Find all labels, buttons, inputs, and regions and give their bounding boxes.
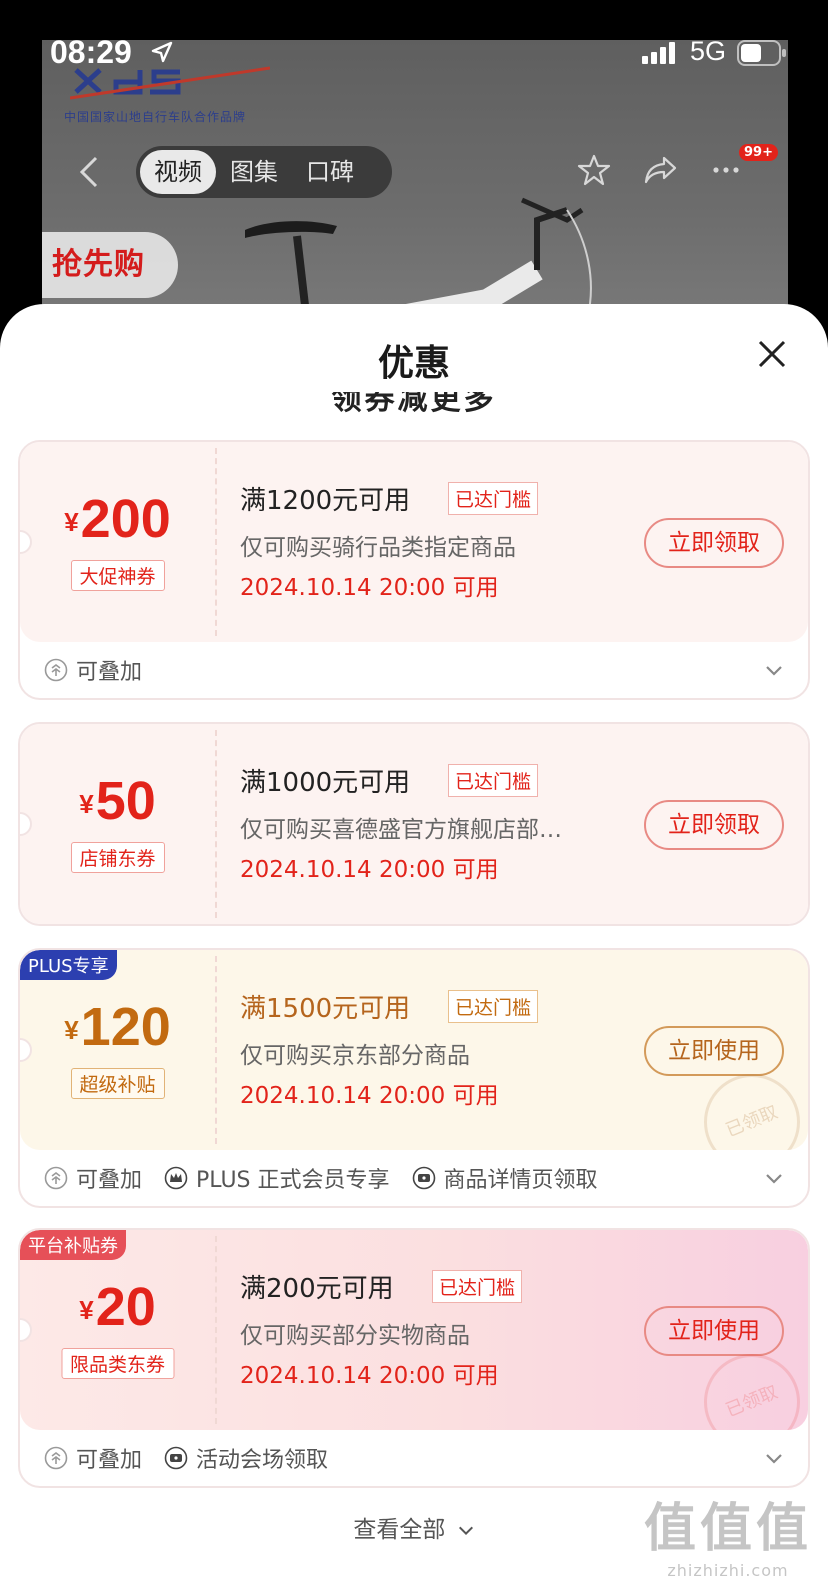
location-arrow-icon — [151, 41, 173, 63]
network-type: 5G — [690, 36, 727, 66]
status-time: 08:29 — [50, 34, 132, 70]
stackable-info: 可叠加 — [44, 1442, 142, 1474]
coupon-valid-date: 2024.10.14 20:00 可用 — [240, 1363, 499, 1389]
coupon-type-area: 超级补贴 — [20, 950, 215, 1150]
claim-source-info: 活动会场领取 — [164, 1442, 328, 1474]
coupon-valid-date: 2024.10.14 20:00 可用 — [240, 1083, 499, 1109]
site-watermark: 值值值 zhizhizhi.com — [644, 1486, 812, 1580]
ticket-divider — [215, 1236, 217, 1424]
chevron-down-icon — [458, 1526, 473, 1536]
coupon-type-area: 大促神券 — [20, 442, 215, 642]
coupon-condition: 满1500元可用 — [240, 994, 411, 1024]
coupon-ticket: ¥50 店铺东券 满1000元可用 已达门槛 仅可购买喜德盛官方旗舰店部… 20… — [20, 724, 808, 924]
share-icon[interactable] — [642, 152, 678, 188]
stackable-label: 可叠加 — [76, 1448, 143, 1473]
coupon-condition: 满1000元可用 — [240, 768, 411, 798]
claim-source-label: 活动会场领取 — [196, 1448, 329, 1473]
close-icon[interactable] — [754, 336, 790, 372]
partial-section-heading: 领券减更多 — [0, 392, 828, 414]
tab-video[interactable]: 视频 — [140, 150, 216, 194]
plus-member-label: PLUS 正式会员专享 — [196, 1168, 390, 1193]
coupon-footer[interactable]: 可叠加 活动会场领取 — [20, 1430, 808, 1486]
coupon-ticket: 平台补贴券 ¥20 限品类东券 满200元可用 已达门槛 仅可购买部分实物商品 … — [20, 1230, 808, 1430]
claim-button[interactable]: 立即领取 — [644, 518, 784, 568]
ticket-divider — [215, 956, 217, 1144]
coupon-footer[interactable]: 可叠加 — [20, 642, 808, 698]
claim-button[interactable]: 立即领取 — [644, 800, 784, 850]
coupon-card: ¥200 大促神券 满1200元可用 已达门槛 仅可购买骑行品类指定商品 202… — [18, 440, 810, 700]
chevron-down-icon[interactable] — [764, 660, 784, 680]
coupon-type-tag: 店铺东券 — [70, 842, 165, 873]
use-button[interactable]: 立即使用 — [644, 1306, 784, 1356]
view-all-label: 查看全部 — [353, 1517, 446, 1543]
screen: 中国国家山地自行车队合作品牌 视频 图集 口碑 99+ 抢先购 08:29 5G — [0, 0, 828, 1596]
coupon-footer[interactable]: 可叠加 PLUS 正式会员专享 商品详情页领取 — [20, 1150, 808, 1206]
watermark-logo: 值值值 — [643, 1499, 812, 1559]
coupon-valid-date: 2024.10.14 20:00 可用 — [240, 575, 499, 601]
stackable-label: 可叠加 — [76, 660, 143, 685]
stackable-label: 可叠加 — [76, 1168, 143, 1193]
claim-source-label: 商品详情页领取 — [443, 1168, 598, 1193]
coupon-scope: 仅可购买骑行品类指定商品 — [240, 535, 516, 561]
coupon-condition: 满1200元可用 — [240, 486, 411, 516]
ticket-divider — [215, 730, 217, 918]
stackable-info: 可叠加 — [44, 654, 142, 686]
stackable-icon — [44, 1166, 68, 1190]
coupon-card: ¥50 店铺东券 满1000元可用 已达门槛 仅可购买喜德盛官方旗舰店部… 20… — [18, 722, 810, 926]
stackable-icon — [44, 1446, 68, 1470]
status-bar: 08:29 5G — [0, 0, 828, 100]
coupon-scope: 仅可购买京东部分商品 — [240, 1043, 470, 1069]
coupon-ticket: ¥200 大促神券 满1200元可用 已达门槛 仅可购买骑行品类指定商品 202… — [20, 442, 808, 642]
coupon-scope: 仅可购买喜德盛官方旗舰店部… — [240, 817, 562, 843]
coupon-type-tag: 限品类东券 — [60, 1348, 175, 1379]
coupon-type-area: 店铺东券 — [20, 724, 215, 924]
stackable-icon — [44, 658, 68, 682]
plus-member-info: PLUS 正式会员专享 — [164, 1162, 390, 1194]
threshold-reached-badge: 已达门槛 — [448, 482, 539, 515]
battery-icon — [737, 40, 786, 66]
coupon-type-area: 限品类东券 — [20, 1230, 215, 1430]
chevron-down-icon[interactable] — [764, 1168, 784, 1188]
threshold-reached-badge: 已达门槛 — [432, 1270, 523, 1303]
coupon-scope: 仅可购买部分实物商品 — [240, 1323, 470, 1349]
plus-exclusive-badge: PLUS专享 — [20, 950, 117, 980]
coupon-card: PLUS专享 ¥120 超级补贴 满1500元可用 已达门槛 仅可购买京东部分商… — [18, 948, 810, 1208]
ticket-icon — [412, 1166, 435, 1190]
coupon-type-tag: 超级补贴 — [70, 1068, 165, 1099]
claim-source-info: 商品详情页领取 — [412, 1162, 598, 1194]
coupon-ticket: PLUS专享 ¥120 超级补贴 满1500元可用 已达门槛 仅可购买京东部分商… — [20, 950, 808, 1150]
ticket-divider — [215, 448, 217, 636]
crown-icon — [164, 1166, 188, 1190]
threshold-reached-badge: 已达门槛 — [448, 990, 539, 1023]
chevron-down-icon[interactable] — [764, 1448, 784, 1468]
brand-subtitle: 中国国家山地自行车队合作品牌 — [64, 110, 247, 124]
partial-heading-text: 领券减更多 — [331, 392, 497, 414]
coupon-type-tag: 大促神券 — [70, 560, 165, 591]
threshold-reached-badge: 已达门槛 — [448, 764, 539, 797]
use-button[interactable]: 立即使用 — [644, 1026, 784, 1076]
message-badge: 99+ — [739, 144, 778, 161]
coupon-valid-date: 2024.10.14 20:00 可用 — [240, 857, 499, 883]
ticket-icon — [164, 1446, 188, 1470]
back-icon[interactable] — [76, 152, 104, 192]
coupon-card: 平台补贴券 ¥20 限品类东券 满200元可用 已达门槛 仅可购买部分实物商品 … — [18, 1228, 810, 1488]
cellular-signal-icon — [642, 42, 675, 64]
platform-subsidy-badge: 平台补贴券 — [20, 1230, 126, 1260]
coupon-sheet: 优惠 领券减更多 ¥200 大促神券 满1200元可用 已达门槛 仅可购买骑行品… — [0, 304, 828, 1596]
promo-tag[interactable]: 抢先购 — [42, 232, 178, 298]
stackable-info: 可叠加 — [44, 1162, 142, 1194]
sheet-title: 优惠 — [377, 343, 450, 384]
coupon-condition: 满200元可用 — [240, 1274, 394, 1304]
more-icon[interactable] — [708, 152, 744, 188]
watermark-url: zhizhizhi.com — [667, 1561, 789, 1580]
